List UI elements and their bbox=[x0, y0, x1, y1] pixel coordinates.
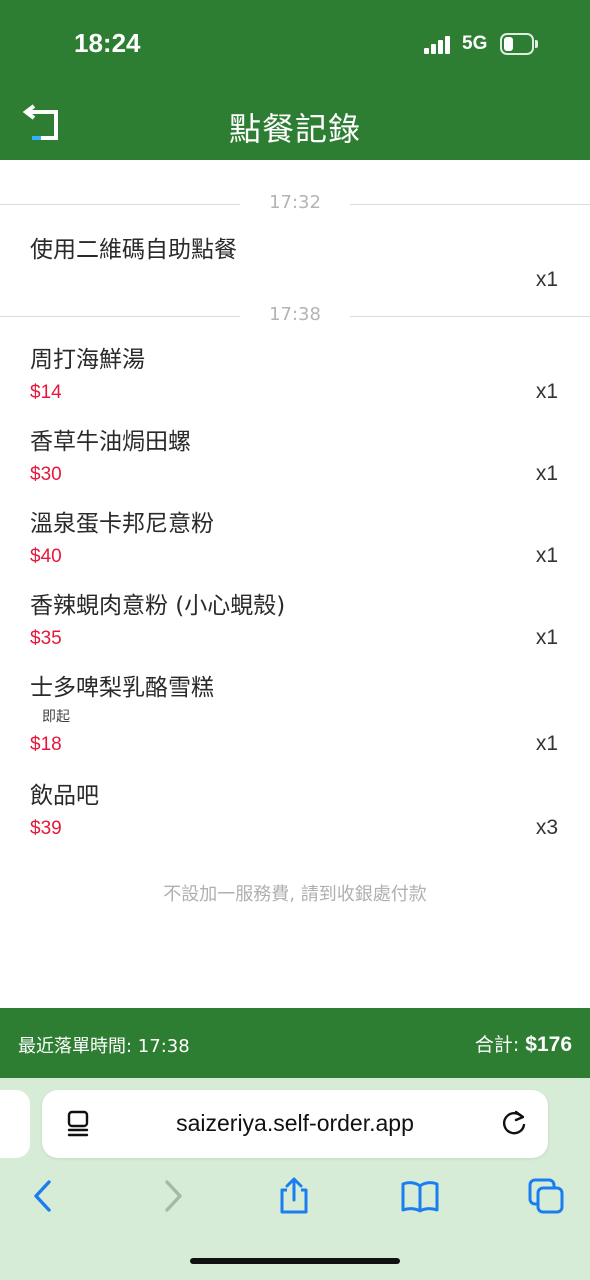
signal-icon bbox=[424, 36, 452, 54]
payment-note: 不設加一服務費, 請到收銀處付款 bbox=[163, 884, 427, 905]
item-name: 使用二維碼自助點餐 bbox=[30, 237, 237, 263]
order-history-list: 17:32 使用二維碼自助點餐 x1 17:38 周打海鮮湯 $14 x1 香草… bbox=[0, 160, 590, 1008]
item-qty: x1 bbox=[535, 462, 558, 485]
item-price: $39 bbox=[30, 818, 62, 839]
share-icon[interactable] bbox=[274, 1176, 314, 1216]
reload-icon[interactable] bbox=[500, 1108, 530, 1138]
item-qty: x1 bbox=[535, 626, 558, 649]
item-qty: x1 bbox=[535, 268, 558, 291]
item-name: 溫泉蛋卡邦尼意粉 bbox=[30, 511, 214, 537]
item-qty: x1 bbox=[535, 380, 558, 403]
page-title: 點餐記錄 bbox=[228, 110, 361, 148]
chevron-left-icon[interactable] bbox=[24, 1176, 64, 1216]
previous-tab-preview[interactable] bbox=[0, 1090, 30, 1158]
order-item: 香辣蜆肉意粉 (小心蜆殼) $35 x1 bbox=[0, 582, 590, 662]
item-qty: x1 bbox=[535, 544, 558, 567]
item-price: $14 bbox=[30, 382, 62, 403]
app-header: 點餐記錄 bbox=[0, 90, 590, 160]
url-text: saizeriya.self-order.app bbox=[176, 1110, 414, 1136]
item-qty: x1 bbox=[535, 732, 558, 755]
tabs-icon[interactable] bbox=[526, 1176, 566, 1216]
item-name: 飲品吧 bbox=[30, 783, 99, 809]
item-price: $35 bbox=[30, 628, 62, 649]
item-qty: x3 bbox=[535, 816, 558, 839]
time-divider: 17:38 bbox=[0, 304, 590, 328]
order-item: 溫泉蛋卡邦尼意粉 $40 x1 bbox=[0, 500, 590, 580]
divider-time: 17:32 bbox=[269, 192, 321, 213]
item-name: 香辣蜆肉意粉 (小心蜆殼) bbox=[30, 593, 286, 619]
address-bar[interactable]: saizeriya.self-order.app bbox=[42, 1090, 548, 1158]
order-summary-bar: 最近落單時間: 17:38 合計: $176 bbox=[0, 1008, 590, 1078]
item-note: 即起 bbox=[42, 709, 70, 725]
order-item: 香草牛油焗田螺 $30 x1 bbox=[0, 418, 590, 498]
home-indicator[interactable] bbox=[190, 1258, 400, 1264]
item-name: 士多啤梨乳酪雪糕 bbox=[30, 675, 214, 701]
time-divider: 17:32 bbox=[0, 192, 590, 216]
item-price: $40 bbox=[30, 546, 62, 567]
order-item: 使用二維碼自助點餐 x1 bbox=[0, 226, 590, 291]
bookmarks-icon[interactable] bbox=[400, 1176, 440, 1216]
battery-icon bbox=[500, 33, 538, 55]
last-order-time: 最近落單時間: 17:38 bbox=[18, 1036, 190, 1057]
item-name: 周打海鮮湯 bbox=[30, 347, 145, 373]
order-item: 飲品吧 $39 x3 bbox=[0, 772, 590, 852]
chevron-right-icon[interactable] bbox=[152, 1176, 192, 1216]
item-price: $18 bbox=[30, 734, 62, 755]
status-time: 18:24 bbox=[74, 28, 141, 58]
total-value: $176 bbox=[525, 1033, 572, 1056]
browser-chrome: saizeriya.self-order.app bbox=[0, 1078, 590, 1280]
order-item: 士多啤梨乳酪雪糕 即起 $18 x1 bbox=[0, 664, 590, 764]
order-item: 周打海鮮湯 $14 x1 bbox=[0, 336, 590, 416]
network-label: 5G bbox=[462, 33, 488, 54]
order-total: 合計: $176 bbox=[475, 1030, 572, 1057]
item-name: 香草牛油焗田螺 bbox=[30, 429, 191, 455]
item-price: $30 bbox=[30, 464, 62, 485]
total-label: 合計: bbox=[474, 1034, 520, 1056]
status-bar: 18:24 5G bbox=[0, 0, 590, 90]
divider-time: 17:38 bbox=[269, 304, 321, 325]
